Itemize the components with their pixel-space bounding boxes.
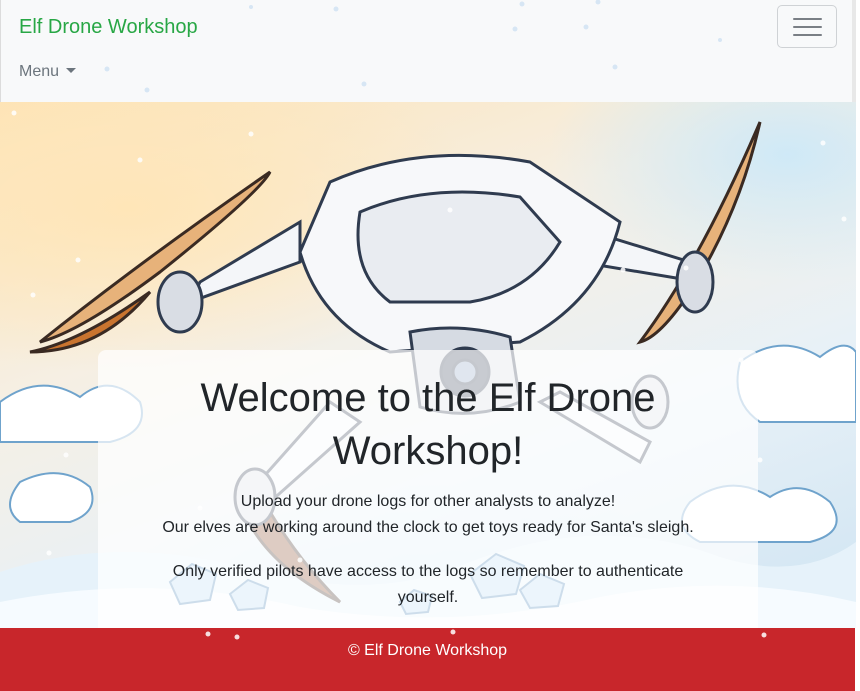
elves-text: Our elves are working around the clock t… — [162, 519, 694, 536]
hero-banner: Welcome to the Elf Drone Workshop! Uploa… — [0, 102, 856, 628]
copyright-text: © Elf Drone Workshop — [347, 642, 508, 659]
hamburger-icon-bar — [793, 34, 822, 36]
hamburger-icon — [793, 18, 822, 20]
hamburger-icon-bar — [793, 26, 822, 28]
auth-notice: Only verified pilots have access to the … — [172, 563, 684, 606]
welcome-card: Welcome to the Elf Drone Workshop! Uploa… — [98, 350, 758, 628]
page-footer: © Elf Drone Workshop — [0, 628, 855, 691]
welcome-heading: Welcome to the Elf Drone Workshop! — [200, 376, 656, 473]
menu-label: Menu — [19, 63, 60, 80]
top-navbar: Elf Drone Workshop Menu — [0, 0, 856, 102]
brand-link[interactable]: Elf Drone Workshop — [19, 15, 198, 39]
caret-down-icon — [66, 68, 77, 73]
menu-dropdown-toggle[interactable]: Menu — [19, 61, 77, 83]
upload-text: Upload your drone logs for other analyst… — [240, 493, 616, 510]
navbar-toggler-button[interactable] — [777, 5, 837, 48]
